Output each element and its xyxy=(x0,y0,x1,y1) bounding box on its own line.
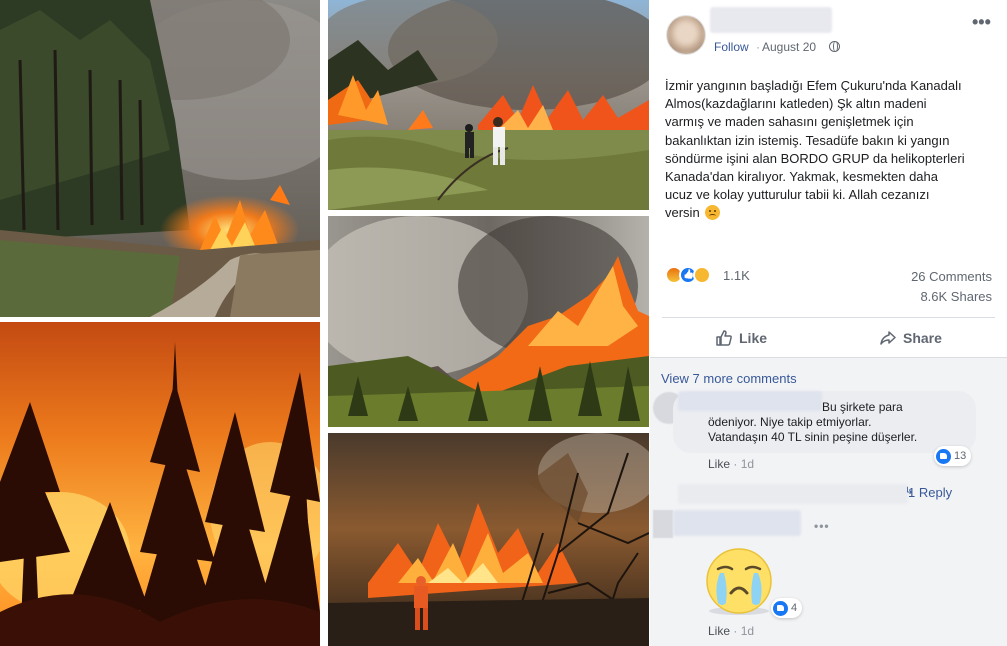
like-reaction-icon xyxy=(773,600,788,616)
reaction-count[interactable]: 1.1K xyxy=(723,268,750,283)
firefighters-hose-photo[interactable] xyxy=(328,0,649,210)
divider xyxy=(662,317,995,318)
separator-dot: · xyxy=(733,457,738,471)
share-arrow-icon xyxy=(880,331,896,345)
sad-face-emoji-icon xyxy=(705,205,721,221)
comment-text: Bu şirkete para ödeniyor. Niye takip etm… xyxy=(708,400,917,445)
crying-face-sticker xyxy=(706,548,772,615)
post-text-line: Kanada'dan kiralıyor. Yakmak, kesmekten … xyxy=(665,169,938,185)
post-date[interactable]: August 20 xyxy=(762,40,816,54)
hillside-fire-photo[interactable] xyxy=(328,216,649,427)
comment-text-line: Bu şirkete para xyxy=(822,400,903,414)
photo-collage[interactable] xyxy=(0,0,650,646)
firefighter-burning-shrubs-photo[interactable] xyxy=(328,433,649,646)
view-more-comments-link[interactable]: View 7 more comments xyxy=(661,371,797,386)
comments-section: View 7 more comments Bu şirkete para öde… xyxy=(650,358,1007,646)
thumbs-up-icon xyxy=(716,330,732,346)
share-button[interactable]: Share xyxy=(879,328,942,348)
post-text-line: versin xyxy=(665,205,700,221)
comment-like-link[interactable]: Like xyxy=(708,457,730,471)
comment-meta: Like · 1d xyxy=(708,457,754,471)
public-globe-icon xyxy=(829,41,840,52)
commenter-name-redacted[interactable] xyxy=(673,510,801,536)
separator-dot: · xyxy=(756,40,760,54)
follow-link[interactable]: Follow xyxy=(714,40,749,54)
comment-reaction-badge[interactable]: 4 xyxy=(771,598,803,618)
comment-meta: Like · 1d xyxy=(708,624,754,638)
comment-reaction-count: 4 xyxy=(791,602,798,614)
comment-time[interactable]: 1d xyxy=(741,624,754,638)
post-text-line: Almos(kazdağlarını katleden) Şk altın ma… xyxy=(665,96,927,112)
shares-count[interactable]: 8.6K Shares xyxy=(920,289,992,304)
post-panel: Follow · August 20 ••• İzmir yangının ba… xyxy=(650,0,1007,646)
post-text-line-last: versin xyxy=(665,204,1000,222)
post-text-line: İzmir yangının başladığı Efem Çukuru'nda… xyxy=(665,78,962,93)
share-button-label: Share xyxy=(903,330,942,346)
post-text: İzmir yangının başladığı Efem Çukuru'nda… xyxy=(665,77,1000,223)
comment-text-line: ödeniyor. Niye takip etmiyorlar. xyxy=(708,415,872,429)
comment-time[interactable]: 1d xyxy=(741,457,754,471)
sad-reaction-icon[interactable] xyxy=(693,266,711,284)
comment-text-line: Vatandaşın 40 TL sinin peşine düşerler. xyxy=(708,430,918,444)
view-replies-link[interactable]: 1 Reply xyxy=(908,485,952,500)
author-avatar[interactable] xyxy=(666,15,706,55)
post-text-line: varmış ve maden sahasını genişletmek içi… xyxy=(665,114,914,130)
commenter-avatar[interactable] xyxy=(653,510,673,538)
post-text-line: bakanlıktan izin istemiş. Tesadüfe bakın… xyxy=(665,132,950,148)
author-name-redacted[interactable] xyxy=(710,7,832,33)
more-options-icon[interactable]: ••• xyxy=(972,12,991,33)
like-reaction-icon xyxy=(936,448,951,464)
like-button[interactable]: Like xyxy=(715,328,767,348)
comments-count[interactable]: 26 Comments xyxy=(911,269,992,284)
separator-dot: · xyxy=(733,624,738,638)
comment-like-link[interactable]: Like xyxy=(708,624,730,638)
comment-options-icon[interactable]: ••• xyxy=(814,519,830,533)
comment-reaction-count: 13 xyxy=(954,450,967,462)
like-button-label: Like xyxy=(739,330,768,346)
burning-forest-photo[interactable] xyxy=(0,322,320,646)
post-text-line: ucuz ve kolay yutturulur tabii ki. Allah… xyxy=(665,187,930,203)
reply-preview-redacted[interactable] xyxy=(678,484,908,504)
comment-reaction-badge[interactable]: 13 xyxy=(934,446,972,466)
post-text-line: söndürme işini alan BORDO GRUP da heliko… xyxy=(665,150,965,166)
forest-fire-road-photo[interactable] xyxy=(0,0,320,317)
